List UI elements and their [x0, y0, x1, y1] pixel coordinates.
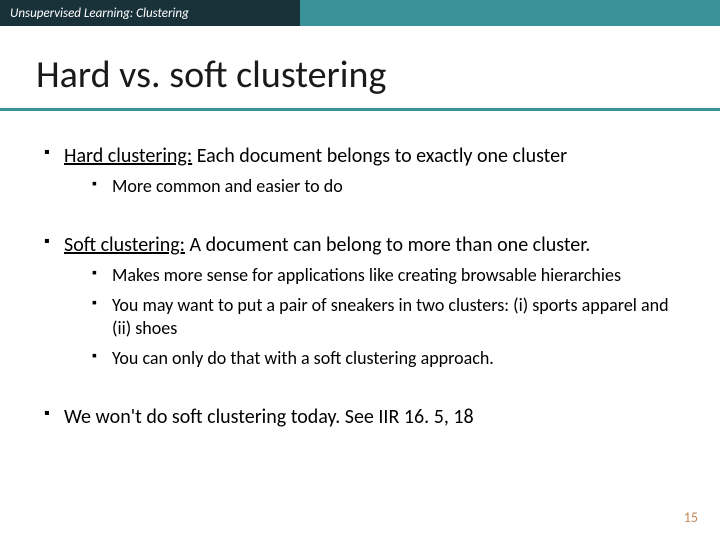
bullet-soft-clustering-term: Soft clustering:: [64, 233, 185, 257]
subbullet-hard-1: More common and easier to do: [88, 175, 680, 198]
bullet-hard-clustering: Hard clustering: Each document belongs t…: [40, 143, 680, 198]
slide: Unsupervised Learning: Clustering Hard v…: [0, 0, 720, 540]
subbullet-soft-1: Makes more sense for applications like c…: [88, 264, 680, 287]
subbullet-soft-3: You can only do that with a soft cluster…: [88, 347, 680, 370]
slide-breadcrumb: Unsupervised Learning: Clustering: [0, 0, 300, 26]
bullet-hard-clustering-text: Each document belongs to exactly one clu…: [192, 144, 567, 168]
page-number: 15: [684, 509, 698, 526]
bullet-soft-clustering: Soft clustering: A document can belong t…: [40, 232, 680, 370]
topbar-accent: [300, 0, 720, 26]
topbar: Unsupervised Learning: Clustering: [0, 0, 720, 26]
title-wrap: Hard vs. soft clustering: [0, 26, 720, 111]
bullet-closing: We won't do soft clustering today. See I…: [40, 404, 680, 430]
slide-content: Hard clustering: Each document belongs t…: [0, 123, 720, 430]
bullet-hard-clustering-term: Hard clustering:: [64, 144, 192, 168]
bullet-soft-clustering-text: A document can belong to more than one c…: [185, 233, 590, 257]
slide-title: Hard vs. soft clustering: [36, 52, 684, 98]
subbullet-soft-2: You may want to put a pair of sneakers i…: [88, 294, 680, 341]
